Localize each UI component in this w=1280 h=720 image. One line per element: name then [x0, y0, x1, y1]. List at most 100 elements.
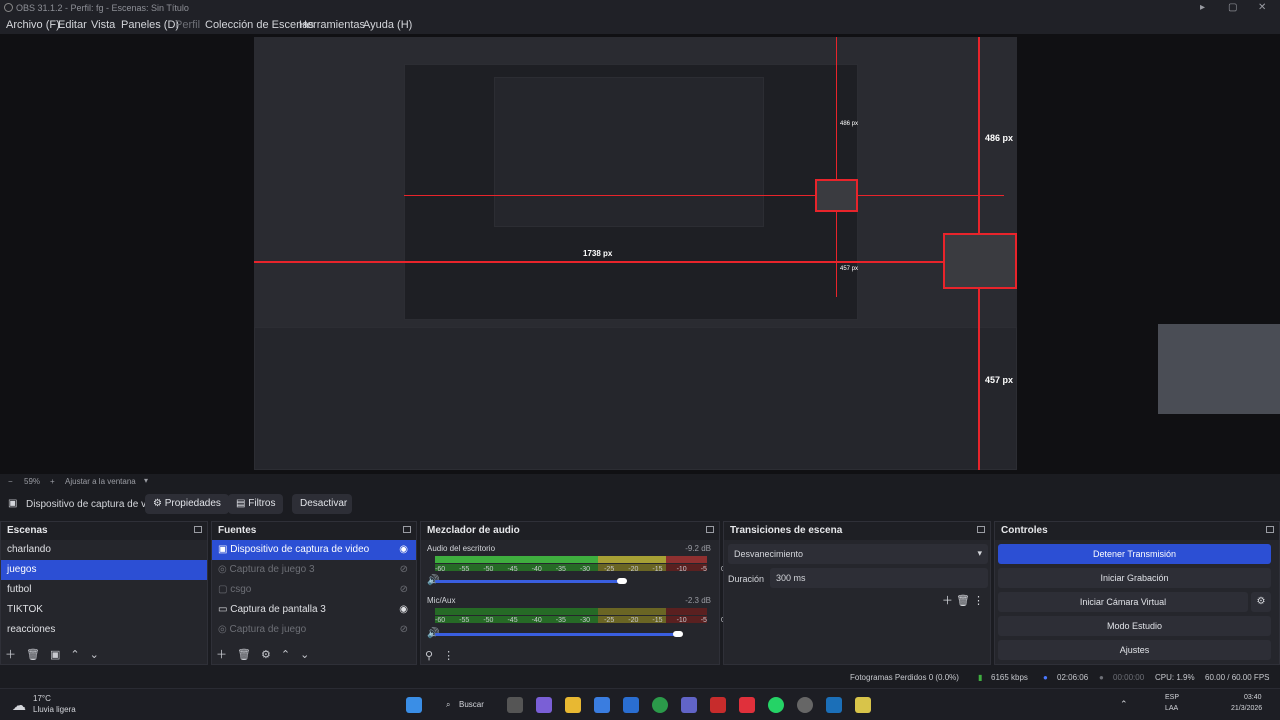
fps: 60.00 / 60.00 FPS — [1205, 673, 1270, 682]
undock-icon[interactable] — [706, 526, 714, 533]
teams-icon[interactable] — [681, 697, 697, 713]
menu-dots-icon[interactable]: ⋮ — [443, 650, 454, 662]
eye-hidden-icon[interactable]: ⊘ — [400, 584, 408, 595]
fit-window-label[interactable]: Ajustar a la ventana — [65, 477, 136, 486]
store-icon[interactable] — [594, 697, 610, 713]
start-virtual-camera-button[interactable]: Iniciar Cámara Virtual — [998, 592, 1248, 612]
menu-dots-icon[interactable]: ⋮ — [973, 595, 984, 607]
minimize-icon[interactable]: ▸ — [1200, 2, 1205, 13]
lang-1[interactable]: ESP — [1165, 694, 1179, 701]
measure-top-label: 486 px — [985, 133, 1014, 143]
volume-slider[interactable] — [435, 580, 619, 583]
undock-icon[interactable] — [194, 526, 202, 533]
scene-item-selected[interactable]: juegos — [1, 560, 207, 580]
meter-tick: -5 — [700, 617, 707, 624]
obs-logo-icon — [4, 3, 13, 12]
maximize-icon[interactable]: ▢ — [1228, 2, 1237, 13]
trash-icon[interactable]: 🗑 — [956, 595, 970, 607]
filter-icon: ▤ — [236, 498, 246, 509]
menu-ayuda[interactable]: Ayuda (H) — [363, 19, 412, 31]
preview-canvas[interactable]: 486 px 1738 px 457 px 486 px 457 px — [0, 34, 1280, 474]
source-item[interactable]: ▢ csgo ⊘ — [212, 580, 416, 600]
link-icon[interactable]: ⚲ — [425, 650, 433, 662]
up-icon[interactable]: ⌃ — [70, 649, 79, 661]
source-item-selected[interactable]: ▣ Dispositivo de captura de video ◉ — [212, 540, 416, 560]
transition-select[interactable]: Desvanecimiento ▾ — [728, 544, 988, 564]
source-item[interactable]: ◎ Captura de juego ⊘ — [212, 620, 416, 640]
mail-icon[interactable] — [623, 697, 639, 713]
transitions-title: Transiciones de escena — [730, 525, 843, 536]
chrome-icon[interactable] — [652, 697, 668, 713]
settings-button[interactable]: Ajustes — [998, 640, 1271, 660]
search-icon[interactable]: ⌕ — [446, 700, 450, 710]
virtual-cam-settings-icon[interactable]: ⚙ — [1251, 592, 1271, 612]
trash-icon[interactable]: 🗑 — [237, 649, 251, 661]
add-icon[interactable]: ＋ — [5, 649, 16, 661]
lang-2[interactable]: LAA — [1165, 705, 1178, 712]
scene-item[interactable]: TIKTOK — [1, 600, 207, 620]
eye-icon[interactable]: ◉ — [399, 544, 408, 555]
obs-icon[interactable] — [797, 697, 813, 713]
menu-perfil[interactable]: Perfil — [175, 19, 200, 31]
undock-icon[interactable] — [977, 526, 985, 533]
undock-icon[interactable] — [403, 526, 411, 533]
taskview-icon[interactable] — [507, 697, 523, 713]
stop-streaming-button[interactable]: Detener Transmisión — [998, 544, 1271, 564]
zoom-out-icon[interactable]: − — [8, 477, 13, 486]
app-icon[interactable] — [710, 697, 726, 713]
duration-input[interactable]: 300 ms — [770, 568, 988, 588]
down-icon[interactable]: ⌄ — [90, 649, 99, 661]
menu-coleccion[interactable]: Colección de Escenas — [205, 19, 314, 31]
eye-hidden-icon[interactable]: ⊘ — [400, 564, 408, 575]
menu-vista[interactable]: Vista — [91, 19, 115, 31]
add-icon[interactable]: ＋ — [942, 595, 953, 607]
meter-tick: -45 — [507, 617, 518, 624]
stream-time: 02:06:06 — [1057, 673, 1089, 682]
eye-icon[interactable]: ◉ — [399, 604, 408, 615]
meter-tick: -30 — [579, 617, 591, 624]
properties-button[interactable]: ⚙ Propiedades — [145, 494, 229, 514]
source-item[interactable]: ▭ Captura de pantalla 3 ◉ — [212, 600, 416, 620]
copilot-icon[interactable] — [536, 697, 552, 713]
explorer-icon[interactable] — [565, 697, 581, 713]
volume-knob[interactable] — [673, 631, 683, 637]
filter-icon[interactable]: ▣ — [50, 649, 60, 661]
clock-date[interactable]: 21/3/2026 — [1231, 705, 1262, 712]
wps-icon[interactable] — [739, 697, 755, 713]
undock-icon[interactable] — [1266, 526, 1274, 533]
filters-button[interactable]: ▤ Filtros — [228, 494, 284, 514]
zoom-in-icon[interactable]: + — [50, 477, 55, 486]
whatsapp-icon[interactable] — [768, 697, 784, 713]
trash-icon[interactable]: 🗑 — [26, 649, 40, 661]
menu-archivo[interactable]: Archivo (F) — [6, 19, 60, 31]
volume-knob[interactable] — [617, 578, 627, 584]
gear-icon[interactable]: ⚙ — [261, 649, 271, 661]
scene-item[interactable]: futbol — [1, 580, 207, 600]
add-icon[interactable]: ＋ — [216, 649, 227, 661]
studio-mode-button[interactable]: Modo Estudio — [998, 616, 1271, 636]
tray-chevron-icon[interactable]: ⌃ — [1120, 699, 1128, 710]
menu-herramientas[interactable]: Herramientas — [299, 19, 365, 31]
notes-icon[interactable] — [855, 697, 871, 713]
scene-item[interactable]: reacciones — [1, 620, 207, 640]
up-icon[interactable]: ⌃ — [281, 649, 290, 661]
down-icon[interactable]: ⌄ — [300, 649, 309, 661]
menu-editar[interactable]: Editar — [58, 19, 87, 31]
source-toolbar: ▣ Dispositivo de captura de v ⚙ Propieda… — [0, 490, 1280, 518]
steam-icon[interactable] — [826, 697, 842, 713]
eye-hidden-icon[interactable]: ⊘ — [400, 624, 408, 635]
fit-dropdown-icon[interactable]: ▾ — [144, 476, 148, 485]
gear-icon: ⚙ — [153, 498, 162, 509]
close-icon[interactable]: ✕ — [1258, 2, 1266, 13]
volume-slider[interactable] — [435, 633, 675, 636]
start-icon[interactable] — [406, 697, 422, 713]
meter-tick: -55 — [459, 566, 470, 573]
webcam-source[interactable] — [943, 233, 1017, 289]
deactivate-button[interactable]: Desactivar — [292, 494, 352, 514]
start-recording-button[interactable]: Iniciar Grabación — [998, 568, 1271, 588]
clock-time[interactable]: 03:40 — [1244, 694, 1262, 701]
scene-item[interactable]: charlando — [1, 540, 207, 560]
search-label[interactable]: Buscar — [459, 700, 484, 709]
source-item[interactable]: ◎ Captura de juego 3 ⊘ — [212, 560, 416, 580]
menu-paneles[interactable]: Paneles (D) — [121, 19, 179, 31]
